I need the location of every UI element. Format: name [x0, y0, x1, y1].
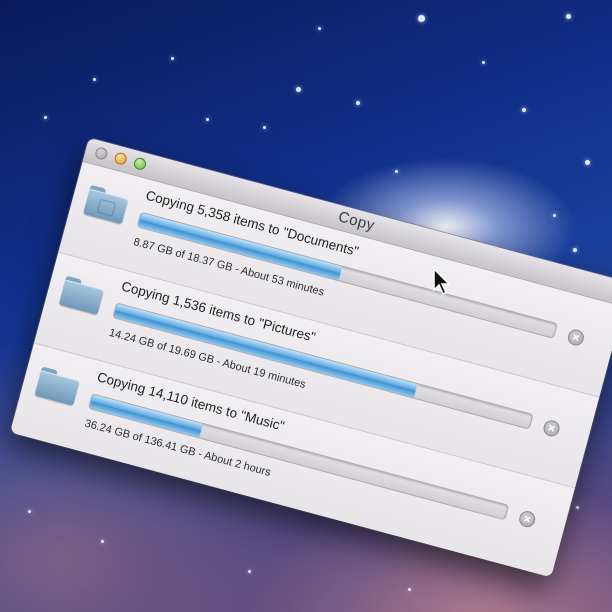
star	[263, 126, 266, 129]
documents-folder-icon	[83, 184, 129, 225]
star	[101, 540, 104, 543]
music-folder-icon	[34, 366, 80, 406]
star	[28, 510, 31, 513]
star	[522, 108, 526, 112]
star	[93, 78, 96, 81]
star	[356, 101, 360, 105]
star	[585, 160, 590, 165]
star	[206, 118, 209, 121]
mouse-cursor-icon	[433, 268, 451, 296]
star	[44, 116, 47, 119]
stop-icon[interactable]: ×	[541, 418, 562, 439]
star	[318, 27, 321, 30]
star	[408, 588, 411, 591]
stop-icon[interactable]: ×	[517, 509, 538, 529]
star	[566, 14, 571, 19]
star	[553, 214, 556, 217]
star	[395, 170, 398, 173]
star	[576, 506, 579, 509]
star	[171, 57, 174, 60]
pictures-folder-icon	[58, 275, 105, 315]
star	[296, 87, 301, 92]
star	[248, 570, 251, 573]
star	[482, 61, 485, 64]
copy-window: Copy Copying 5,358 items to "Documents" …	[10, 137, 612, 578]
star	[418, 15, 425, 22]
star	[573, 248, 577, 252]
stop-icon[interactable]: ×	[566, 327, 586, 348]
